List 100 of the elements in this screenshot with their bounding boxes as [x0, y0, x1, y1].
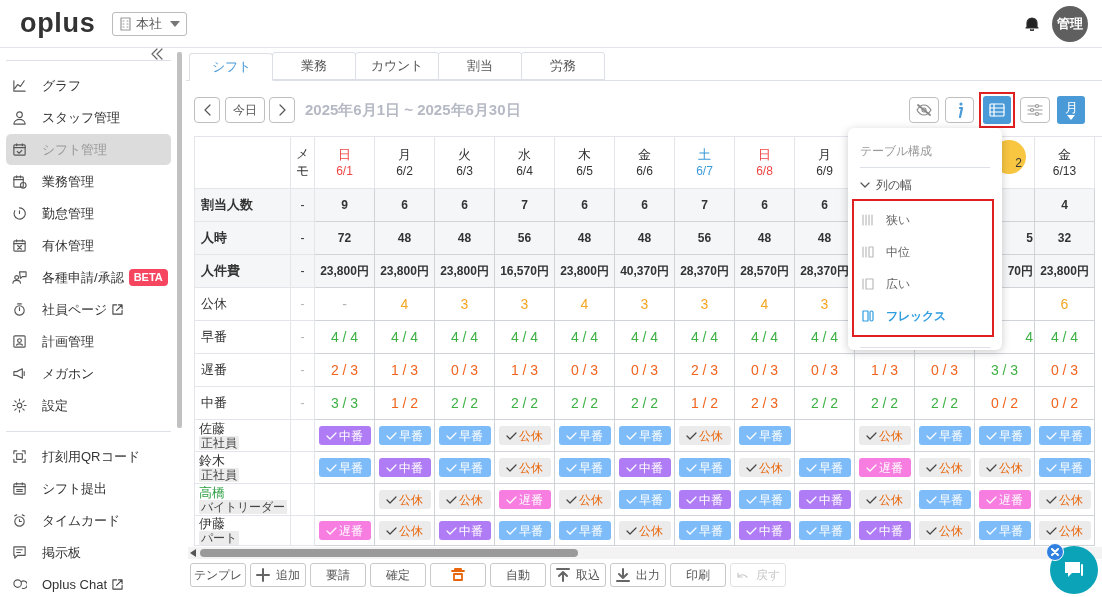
shift-chip[interactable]: 公休: [858, 490, 911, 509]
shift-chip[interactable]: 早番: [318, 458, 371, 477]
shift-chip[interactable]: 中番: [618, 458, 671, 477]
shift-chip[interactable]: 公休: [1038, 490, 1091, 509]
bell-icon[interactable]: [1025, 16, 1039, 31]
close-badge[interactable]: [1046, 543, 1064, 561]
action-button[interactable]: 印刷: [670, 563, 726, 587]
sidebar-item[interactable]: スタッフ管理: [6, 102, 171, 133]
view-button[interactable]: 月: [1057, 96, 1085, 124]
shift-chip[interactable]: 公休: [618, 521, 671, 540]
shift-chip[interactable]: 早番: [738, 490, 791, 509]
shift-chip[interactable]: 公休: [498, 426, 551, 445]
sidebar-item[interactable]: 有休管理: [6, 230, 171, 261]
tab[interactable]: シフト: [189, 53, 273, 81]
shift-chip[interactable]: 中番: [798, 490, 851, 509]
shift-chip[interactable]: 早番: [918, 490, 971, 509]
shift-chip[interactable]: 中番: [738, 521, 791, 540]
shift-chip[interactable]: 早番: [678, 458, 731, 477]
info-button[interactable]: [945, 97, 974, 123]
avatar[interactable]: 管理: [1052, 5, 1088, 42]
scroll-left-icon[interactable]: [190, 549, 196, 557]
role-tag: バイトリーダー: [199, 499, 287, 514]
shift-chip[interactable]: 中番: [678, 490, 731, 509]
action-button[interactable]: テンプレ: [190, 563, 246, 587]
shift-chip[interactable]: 遅番: [498, 490, 551, 509]
shift-chip[interactable]: 公休: [438, 490, 491, 509]
shift-chip[interactable]: 早番: [918, 426, 971, 445]
previous-button[interactable]: [194, 97, 220, 123]
column-width-toggle[interactable]: 列の幅: [860, 177, 912, 193]
shift-chip[interactable]: 公休: [978, 458, 1031, 477]
action-button[interactable]: 取込: [550, 563, 606, 587]
shift-chip[interactable]: 早番: [378, 426, 431, 445]
sidebar-item[interactable]: Oplus Chat: [6, 569, 171, 597]
shift-chip[interactable]: 早番: [558, 521, 611, 540]
shift-chip[interactable]: 中番: [318, 426, 371, 445]
sidebar-item-label: 有休管理: [42, 236, 94, 255]
shift-chip[interactable]: 公休: [378, 521, 431, 540]
shift-chip[interactable]: 中番: [858, 521, 911, 540]
shift-chip[interactable]: 早番: [1038, 426, 1091, 445]
sidebar-item[interactable]: 業務管理: [6, 166, 171, 197]
shift-chip[interactable]: 早番: [498, 521, 551, 540]
sidebar-item[interactable]: 計画管理: [6, 326, 171, 357]
sidebar-item[interactable]: タイムカード: [6, 505, 171, 536]
shift-chip[interactable]: 公休: [498, 458, 551, 477]
shift-chip[interactable]: 公休: [558, 490, 611, 509]
shift-chip[interactable]: 早番: [978, 521, 1031, 540]
check-icon: [746, 463, 757, 472]
hide-button[interactable]: [909, 97, 939, 123]
shift-chip[interactable]: 早番: [558, 426, 611, 445]
sidebar-item[interactable]: 各種申請/承認 BETA: [6, 262, 171, 293]
sidebar-item[interactable]: シフト提出: [6, 473, 171, 504]
sidebar-item[interactable]: メガホン: [6, 358, 171, 389]
shift-chip[interactable]: 早番: [678, 521, 731, 540]
scrollbar-thumb[interactable]: [177, 52, 182, 428]
shift-chip[interactable]: 遅番: [858, 458, 911, 477]
shift-chip[interactable]: 早番: [1038, 458, 1091, 477]
shift-chip[interactable]: 遅番: [978, 490, 1031, 509]
action-button[interactable]: 追加: [250, 563, 306, 587]
sidebar-item[interactable]: 設定: [6, 390, 171, 421]
sidebar-item[interactable]: 勤怠管理: [6, 198, 171, 229]
shift-chip[interactable]: 公休: [678, 426, 731, 445]
shift-chip[interactable]: 遅番: [318, 521, 371, 540]
action-button[interactable]: 要請: [310, 563, 366, 587]
next-button[interactable]: [269, 97, 295, 123]
shift-chip[interactable]: 早番: [438, 426, 491, 445]
shift-chip[interactable]: 公休: [918, 521, 971, 540]
action-button[interactable]: 自動: [490, 563, 546, 587]
double-chevron-left-icon[interactable]: [151, 48, 163, 60]
shift-chip[interactable]: 公休: [738, 458, 791, 477]
action-button[interactable]: [430, 563, 486, 587]
tab[interactable]: 業務: [272, 52, 356, 80]
shift-chip[interactable]: 公休: [918, 458, 971, 477]
sidebar-item[interactable]: シフト管理: [6, 134, 171, 165]
tab[interactable]: 割当: [438, 52, 522, 80]
office-dropdown[interactable]: 本社: [112, 11, 187, 36]
shift-chip[interactable]: 早番: [618, 426, 671, 445]
filter-button[interactable]: [1020, 97, 1050, 123]
check-icon: [926, 526, 937, 535]
sidebar-item[interactable]: 打刻用QRコード: [6, 441, 171, 472]
shift-chip[interactable]: 公休: [1038, 521, 1091, 540]
shift-chip[interactable]: 早番: [618, 490, 671, 509]
sidebar-item[interactable]: 掲示板: [6, 537, 171, 568]
sidebar-item[interactable]: グラフ: [6, 70, 171, 101]
tab[interactable]: 労務: [521, 52, 605, 80]
shift-chip[interactable]: 公休: [858, 426, 911, 445]
shift-chip[interactable]: 早番: [798, 458, 851, 477]
scrollbar-thumb[interactable]: [200, 549, 578, 557]
shift-chip[interactable]: 中番: [378, 458, 431, 477]
shift-chip[interactable]: 早番: [558, 458, 611, 477]
shift-chip[interactable]: 早番: [438, 458, 491, 477]
today-button[interactable]: 今日: [225, 97, 265, 123]
action-button[interactable]: 確定: [370, 563, 426, 587]
shift-chip[interactable]: 早番: [798, 521, 851, 540]
shift-chip[interactable]: 公休: [378, 490, 431, 509]
shift-chip[interactable]: 早番: [978, 426, 1031, 445]
sidebar-item[interactable]: 社員ページ: [6, 294, 171, 325]
tab[interactable]: カウント: [355, 52, 439, 80]
shift-chip[interactable]: 中番: [438, 521, 491, 540]
shift-chip[interactable]: 早番: [738, 426, 791, 445]
action-button[interactable]: 出力: [610, 563, 666, 587]
